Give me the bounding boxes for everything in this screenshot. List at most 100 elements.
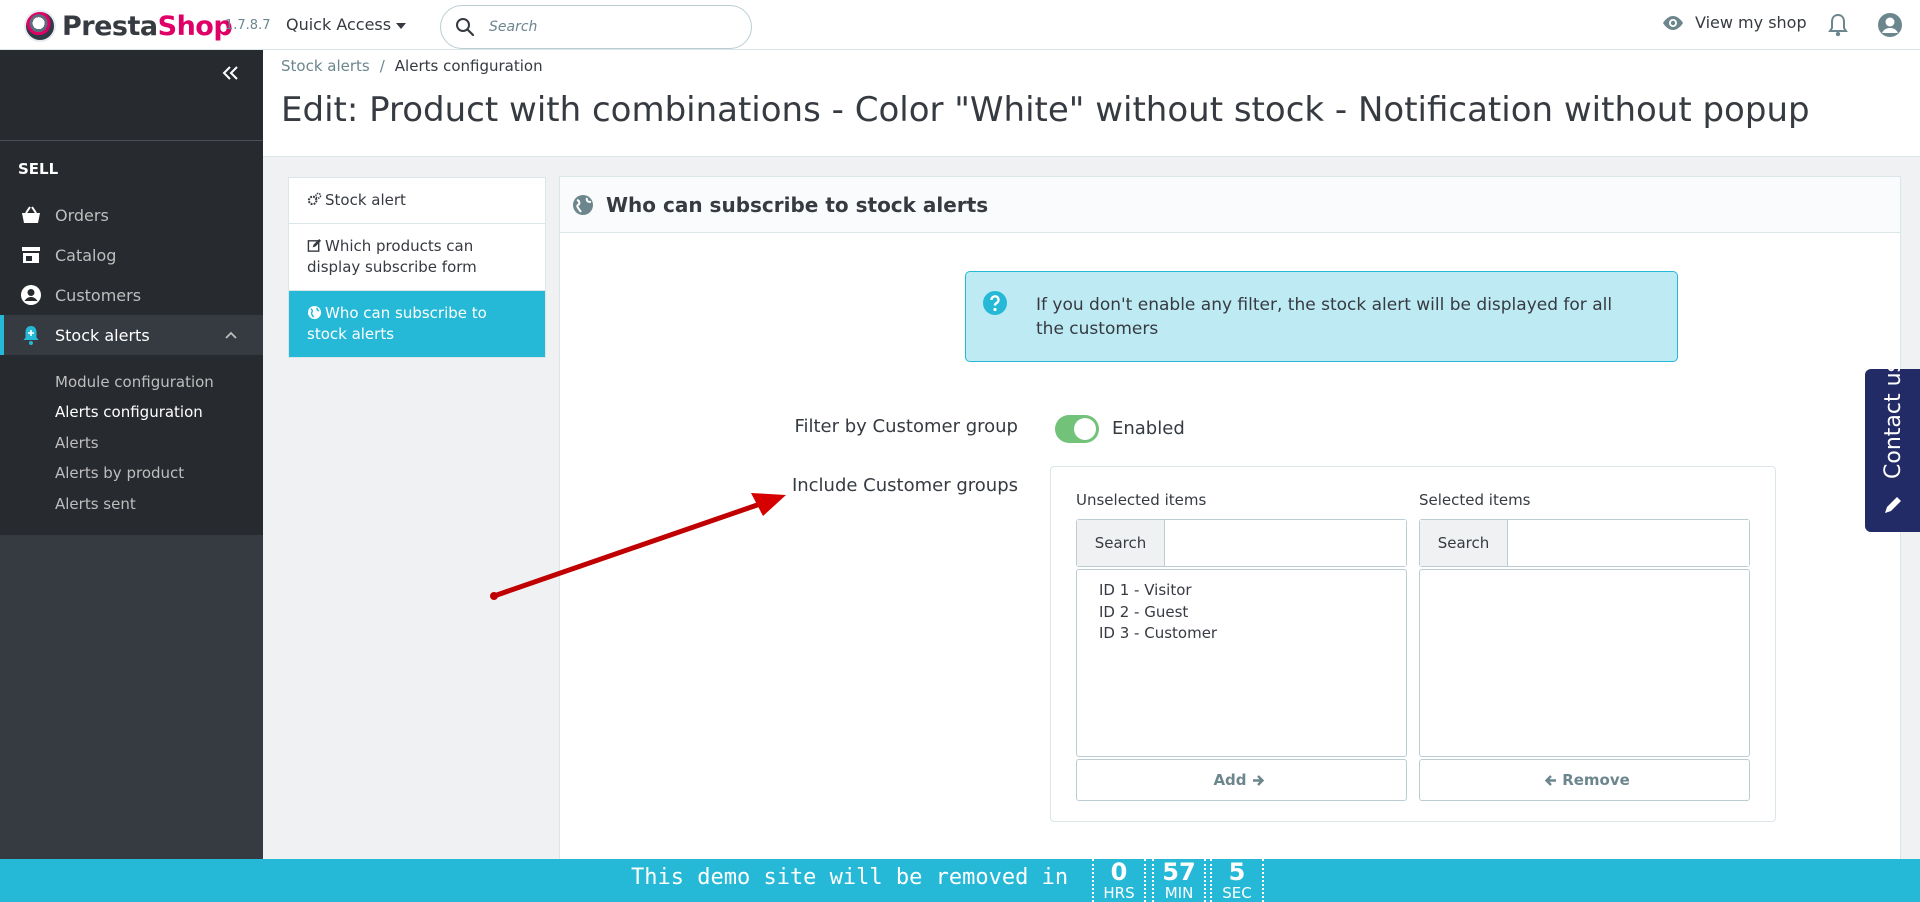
prestashop-logo[interactable]: PrestaShop — [24, 10, 233, 42]
selected-list[interactable] — [1419, 569, 1750, 757]
breadcrumb: Stock alerts / Alerts configuration — [281, 57, 543, 75]
panel-heading-label: Who can subscribe to stock alerts — [606, 192, 989, 217]
quick-access-dropdown[interactable]: Quick Access — [286, 15, 407, 34]
unselected-title: Unselected items — [1076, 491, 1207, 509]
tab-label: Which products can display subscribe for… — [307, 237, 477, 276]
filter-switch-state: Enabled — [1112, 418, 1185, 439]
account-icon[interactable] — [1877, 12, 1903, 38]
header-search-input[interactable] — [489, 19, 729, 35]
unselected-search: Search — [1076, 519, 1407, 567]
include-customer-groups-label: Include Customer groups — [791, 475, 1018, 496]
timer-seconds: 5 SEC — [1210, 859, 1264, 902]
edit-icon — [307, 238, 322, 252]
timer-hours: 0 HRS — [1092, 859, 1146, 902]
search-icon — [456, 18, 475, 37]
timer-seconds-unit: SEC — [1222, 884, 1252, 902]
subitem-module-configuration[interactable]: Module configuration — [55, 373, 214, 391]
info-alert-text: If you don't enable any filter, the stoc… — [1036, 295, 1613, 339]
globe-icon — [307, 305, 322, 320]
chevron-up-icon — [225, 331, 237, 339]
subitem-alerts[interactable]: Alerts — [55, 434, 99, 452]
account-circle-icon — [21, 285, 41, 305]
timer-minutes-unit: MIN — [1164, 884, 1194, 902]
globe-icon — [573, 194, 593, 215]
header-search[interactable] — [440, 5, 752, 49]
sidebar-item-label: Catalog — [55, 245, 117, 265]
tab-label: Stock alert — [325, 191, 406, 209]
eye-icon — [1663, 15, 1683, 30]
contact-us-tab[interactable]: Contact us — [1865, 361, 1920, 532]
filter-customer-group-switch[interactable] — [1055, 415, 1099, 443]
sidebar-item-label: Customers — [55, 285, 142, 305]
sidebar-item-orders[interactable]: Orders — [0, 195, 263, 235]
pencil-icon — [1885, 497, 1901, 513]
arrow-left-icon — [1544, 774, 1557, 786]
selected-title: Selected items — [1419, 491, 1531, 509]
config-tabs: Stock alert Which products can display s… — [288, 177, 546, 358]
filter-customer-group-label: Filter by Customer group — [794, 416, 1018, 437]
tab-which-products[interactable]: Which products can display subscribe for… — [289, 224, 545, 291]
cogs-icon — [307, 192, 322, 206]
basket-icon — [22, 206, 40, 223]
unselected-search-input[interactable] — [1165, 520, 1406, 566]
subitem-alerts-configuration[interactable]: Alerts configuration — [55, 403, 203, 421]
page-title: Edit: Product with combinations - Color … — [281, 90, 1810, 130]
view-my-shop-label: View my shop — [1695, 13, 1807, 32]
breadcrumb-separator: / — [379, 57, 385, 75]
bell-plus-icon — [23, 326, 39, 345]
subitem-alerts-sent[interactable]: Alerts sent — [55, 495, 136, 513]
tab-stock-alert[interactable]: Stock alert — [289, 178, 545, 224]
breadcrumb-current: Alerts configuration — [394, 57, 543, 75]
version-label: 1.7.8.7 — [225, 18, 271, 33]
list-item[interactable]: ID 3 - Customer — [1099, 623, 1384, 645]
contact-us-label: Contact us — [1881, 361, 1906, 479]
timer-seconds-value: 5 — [1228, 858, 1246, 886]
timer-minutes-value: 57 — [1162, 858, 1196, 886]
logo-text-right: Shop — [157, 10, 233, 42]
subitem-alerts-by-product[interactable]: Alerts by product — [55, 464, 184, 482]
sidebar-menu: SELL Orders Catalog Customers Stock aler… — [0, 50, 263, 535]
quick-access-label: Quick Access — [286, 15, 392, 34]
unselected-list[interactable]: ID 1 - Visitor ID 2 - Guest ID 3 - Custo… — [1076, 569, 1407, 757]
puffin-logo-icon — [24, 10, 56, 42]
view-my-shop-link[interactable]: View my shop — [1661, 13, 1807, 32]
selected-search-addon: Search — [1420, 520, 1508, 566]
tab-who-can-subscribe[interactable]: Who can subscribe to stock alerts — [289, 291, 545, 357]
notifications-bell-icon[interactable] — [1826, 12, 1850, 38]
remove-button-label: Remove — [1562, 771, 1630, 789]
sidebar-item-customers[interactable]: Customers — [0, 275, 263, 315]
caret-down-icon — [396, 22, 407, 29]
add-button-label: Add — [1213, 771, 1247, 789]
demo-message: This demo site will be removed in — [631, 865, 1069, 890]
add-button[interactable]: Add — [1076, 759, 1407, 801]
sidebar-divider — [0, 140, 263, 141]
content-header: Stock alerts / Alerts configuration Edit: … — [263, 50, 1920, 157]
info-alert: If you don't enable any filter, the stoc… — [965, 271, 1678, 362]
list-item[interactable]: ID 1 - Visitor — [1099, 580, 1384, 602]
timer-minutes: 57 MIN — [1152, 859, 1206, 902]
help-circle-icon — [983, 291, 1007, 315]
breadcrumb-parent[interactable]: Stock alerts — [281, 57, 370, 75]
sidebar: SELL Orders Catalog Customers Stock aler… — [0, 50, 263, 902]
selected-search-input[interactable] — [1508, 520, 1749, 566]
red-annotation-arrow — [490, 493, 786, 600]
list-item[interactable]: ID 2 - Guest — [1099, 602, 1384, 624]
sidebar-item-stock-alerts[interactable]: Stock alerts — [0, 315, 263, 355]
collapse-sidebar-icon[interactable] — [219, 62, 241, 84]
store-icon — [22, 247, 40, 263]
customer-groups-dual-list: Unselected items Search ID 1 - Visitor I… — [1050, 466, 1776, 822]
sidebar-item-label: Orders — [55, 205, 109, 225]
demo-countdown-bar: This demo site will be removed in 0 HRS … — [0, 859, 1920, 902]
unselected-search-addon: Search — [1077, 520, 1165, 566]
sidebar-item-catalog[interactable]: Catalog — [0, 235, 263, 275]
timer-hours-value: 0 — [1110, 858, 1128, 886]
top-header: PrestaShop 1.7.8.7 Quick Access View my … — [0, 0, 1920, 50]
logo-text-left: Presta — [62, 10, 158, 42]
timer-hours-unit: HRS — [1103, 884, 1135, 902]
selected-search: Search — [1419, 519, 1750, 567]
remove-button[interactable]: Remove — [1419, 759, 1750, 801]
arrow-right-icon — [1252, 774, 1264, 786]
tab-label: Who can subscribe to stock alerts — [307, 304, 487, 343]
sell-section-title: SELL — [18, 160, 59, 178]
sidebar-item-label: Stock alerts — [55, 325, 150, 345]
